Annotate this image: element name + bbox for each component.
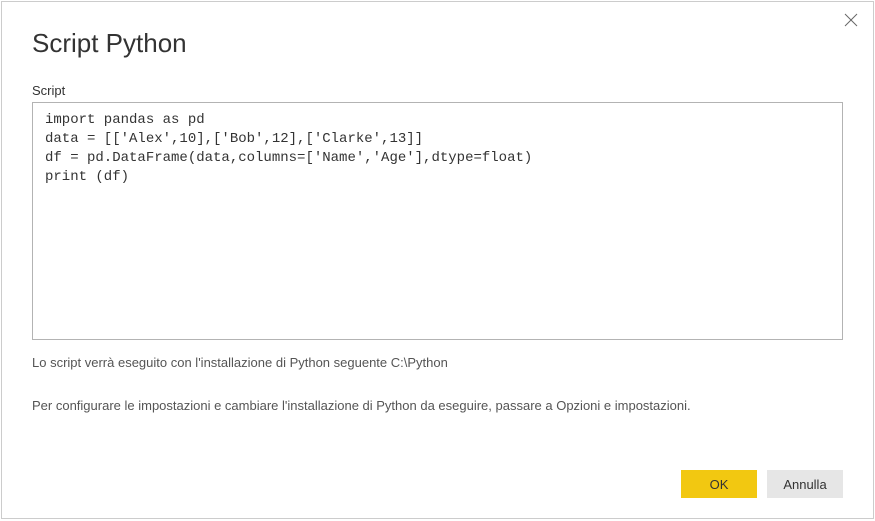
- python-script-dialog: Script Python Script Lo script verrà ese…: [1, 1, 874, 519]
- script-label: Script: [32, 83, 843, 98]
- cancel-button[interactable]: Annulla: [767, 470, 843, 498]
- close-icon: [844, 13, 858, 27]
- close-button[interactable]: [841, 10, 861, 30]
- dialog-content: Script Python Script Lo script verrà ese…: [2, 2, 873, 433]
- dialog-title: Script Python: [32, 28, 843, 59]
- settings-info-text: Per configurare le impostazioni e cambia…: [32, 398, 843, 413]
- script-input[interactable]: [32, 102, 843, 340]
- button-row: OK Annulla: [681, 470, 843, 498]
- install-info-text: Lo script verrà eseguito con l'installaz…: [32, 355, 843, 370]
- ok-button[interactable]: OK: [681, 470, 757, 498]
